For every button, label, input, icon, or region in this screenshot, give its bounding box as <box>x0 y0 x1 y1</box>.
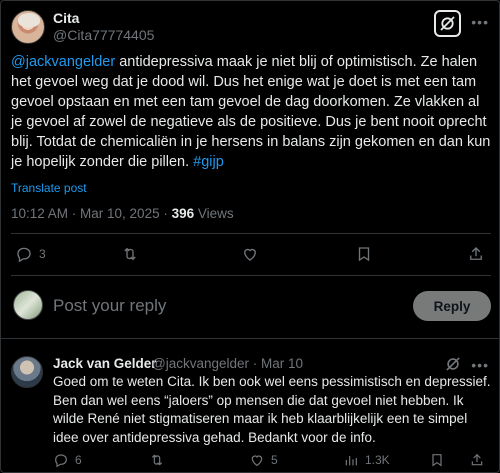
bookmark-button[interactable] <box>355 245 379 263</box>
bookmark-button[interactable] <box>429 452 445 468</box>
divider <box>11 275 491 276</box>
like-icon <box>244 248 256 261</box>
post-thread: Cita @Cita77774405 ••• @jackvangelder an… <box>0 0 500 473</box>
repost-button[interactable] <box>121 245 145 263</box>
mention-link[interactable]: @jackvangelder <box>11 54 115 70</box>
grok-icon[interactable] <box>434 10 461 37</box>
translate-link[interactable]: Translate post <box>11 181 87 195</box>
bookmark-icon <box>432 454 442 467</box>
share-button[interactable] <box>469 452 485 468</box>
main-post: Cita @Cita77774405 ••• @jackvangelder an… <box>1 1 499 276</box>
reply-meta: @jackvangelder · Mar 10 <box>152 356 303 371</box>
reply-post[interactable]: Jack van Gelder @jackvangelder · Mar 10 … <box>1 348 499 472</box>
post-text: @jackvangelder antidepressiva maak je ni… <box>11 52 491 172</box>
reply-author-name[interactable]: Jack van Gelder <box>53 356 157 371</box>
reply-count: 3 <box>39 247 46 261</box>
timestamp[interactable]: 10:12 AM · Mar 10, 2025 · <box>11 206 172 221</box>
action-bar: 3 <box>15 245 495 267</box>
post-meta: 10:12 AM · Mar 10, 2025 · 396 Views <box>11 206 234 221</box>
avatar[interactable] <box>11 10 45 44</box>
hashtag-link[interactable]: #gijp <box>193 154 224 170</box>
bookmark-icon <box>358 247 370 262</box>
repost-button[interactable] <box>149 452 171 468</box>
author-name[interactable]: Cita <box>53 10 79 26</box>
reply-date[interactable]: Mar 10 <box>261 356 303 371</box>
reply-icon <box>17 247 31 263</box>
reply-button[interactable]: 3 <box>15 245 46 263</box>
like-count: 5 <box>271 453 278 467</box>
like-button[interactable] <box>241 245 265 263</box>
more-icon[interactable]: ••• <box>471 14 489 30</box>
post-body: antidepressiva maak je niet blij of opti… <box>11 54 491 170</box>
views-button[interactable]: 1.3K <box>343 452 390 468</box>
views-label: Views <box>194 206 234 221</box>
reply-composer: Post your reply Reply <box>1 284 499 332</box>
like-icon <box>251 455 263 467</box>
reply-author-handle[interactable]: @jackvangelder <box>152 356 249 371</box>
reply-button[interactable]: 6 <box>53 452 82 468</box>
views-count: 1.3K <box>365 453 390 467</box>
separator: · <box>249 356 262 371</box>
reply-action-bar: 6 5 1.3K <box>53 452 493 472</box>
views-count: 396 <box>171 206 195 221</box>
repost-icon <box>124 247 136 261</box>
more-icon[interactable]: ••• <box>471 357 489 373</box>
share-icon <box>470 247 482 260</box>
reply-input[interactable]: Post your reply <box>53 296 166 316</box>
views-icon <box>345 456 357 466</box>
author-handle[interactable]: @Cita77774405 <box>53 27 154 43</box>
divider <box>1 338 499 339</box>
share-button[interactable] <box>467 245 485 263</box>
reply-submit-button[interactable]: Reply <box>413 291 491 321</box>
avatar <box>13 290 43 320</box>
reply-text: Goed om te weten Cita. Ik ben ook wel ee… <box>53 374 491 445</box>
avatar[interactable] <box>11 356 43 388</box>
reply-icon <box>55 454 67 468</box>
divider <box>11 233 491 234</box>
reply-count: 6 <box>75 453 82 467</box>
share-icon <box>471 453 483 466</box>
like-button[interactable]: 5 <box>249 452 278 468</box>
repost-icon <box>151 454 163 466</box>
